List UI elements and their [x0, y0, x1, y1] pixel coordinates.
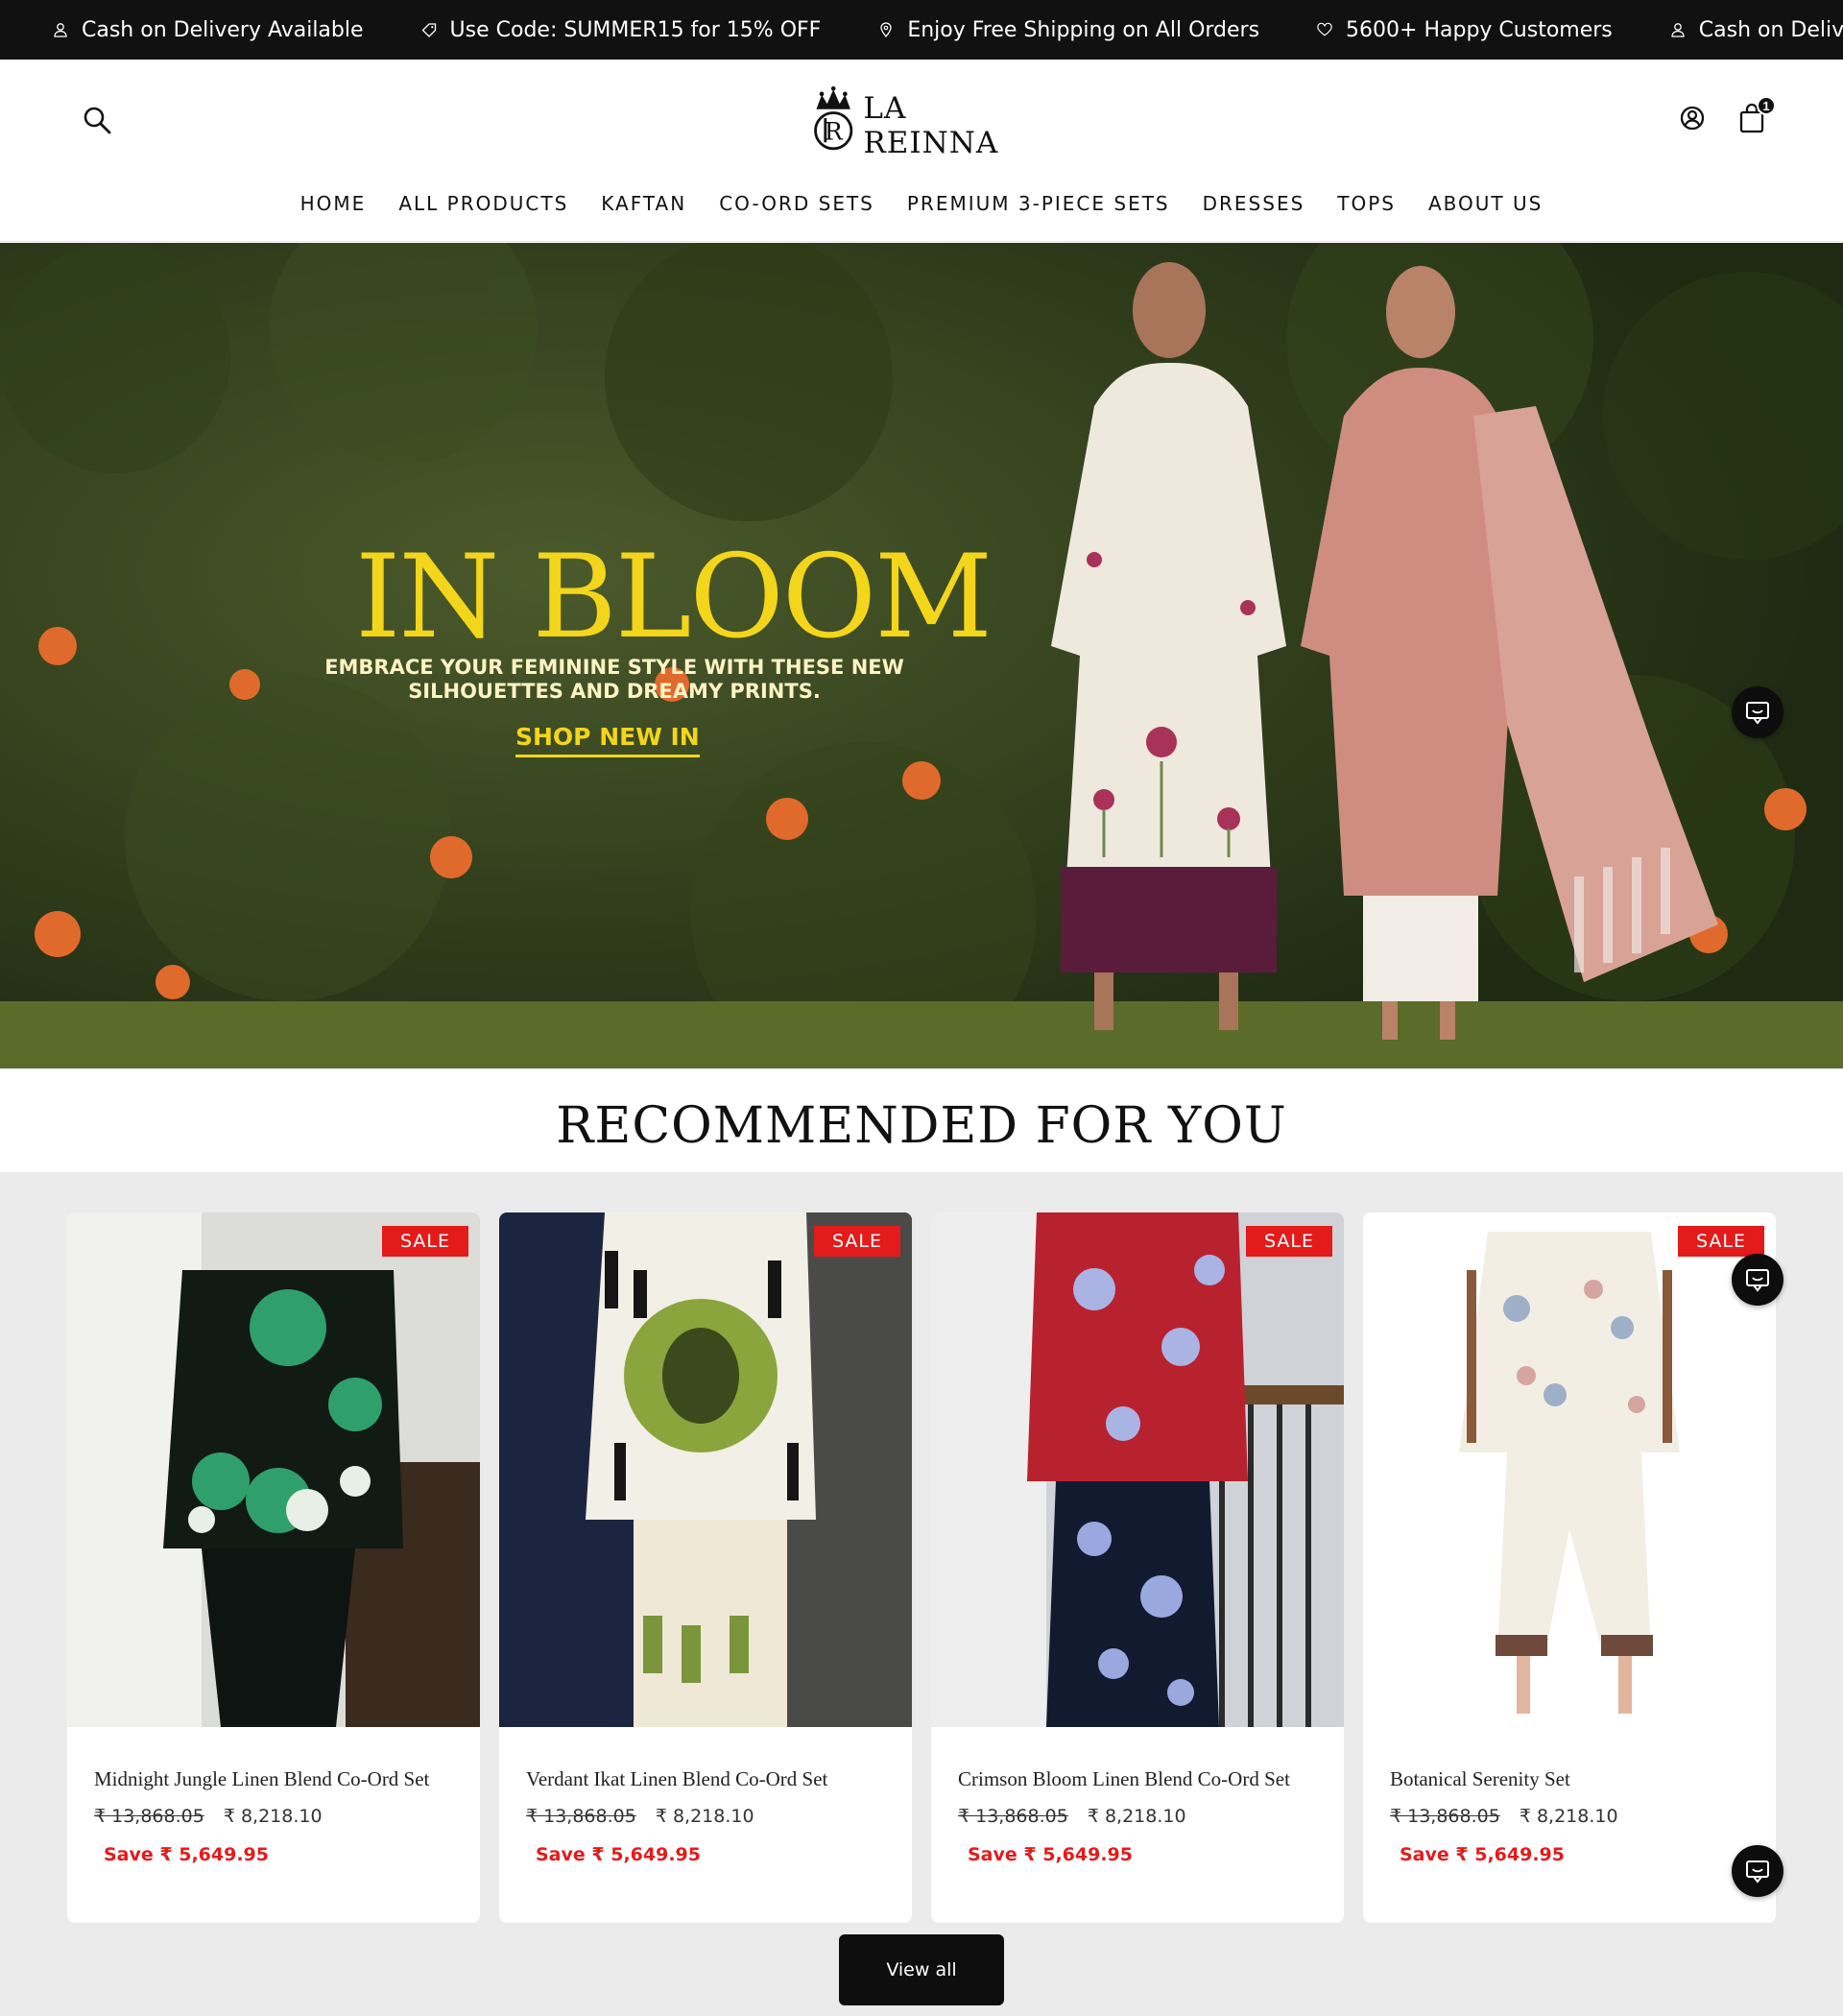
- hero-banner[interactable]: IN BLOOM EMBRACE YOUR FEMININE STYLE WIT…: [0, 243, 1843, 1068]
- announcement-text: 5600+ Happy Customers: [1346, 17, 1613, 42]
- chat-icon: [1746, 702, 1769, 725]
- heart-icon: [1317, 22, 1332, 37]
- cart-button[interactable]: 1: [1737, 96, 1776, 136]
- nav-item-all-products[interactable]: ALL PRODUCTS: [398, 192, 568, 215]
- announcement-item: Cash on Delivery Available: [53, 18, 364, 42]
- chat-icon: [1746, 1860, 1769, 1884]
- announcement-bar: Cash on Delivery Available Use Code: SUM…: [0, 0, 1843, 60]
- location-pin-icon: [878, 22, 894, 37]
- nav-item-tops[interactable]: TOPS: [1337, 192, 1396, 215]
- crown-logo-icon: R: [814, 85, 853, 151]
- compare-price: ₹ 13,868.05: [94, 1806, 204, 1827]
- sale-price: ₹ 8,218.10: [1519, 1806, 1618, 1827]
- savings-text: Save ₹ 5,649.95: [968, 1844, 1133, 1865]
- search-icon[interactable]: [81, 104, 113, 136]
- user-icon: [1670, 22, 1686, 37]
- announcement-text: Cash on Delivery Available: [82, 17, 364, 42]
- hero-subtitle-line: SILHOUETTES AND DREAMY PRINTS.: [408, 680, 821, 703]
- price-row: ₹ 13,868.05 ₹ 8,218.10: [958, 1806, 1186, 1827]
- hero-subtitle: EMBRACE YOUR FEMININE STYLE WITH THESE N…: [317, 656, 912, 704]
- product-card[interactable]: SALE Botanical Serenity Set ₹ 13,868.05 …: [1363, 1212, 1776, 1923]
- recommended-section: SALE Midnight Jungle Linen Blend Co-Ord …: [0, 1172, 1843, 2016]
- chat-icon: [1746, 1269, 1769, 1292]
- sale-price: ₹ 8,218.10: [223, 1806, 323, 1827]
- price-row: ₹ 13,868.05 ₹ 8,218.10: [1390, 1806, 1618, 1827]
- site-header: R LA REINNA 1 HOME ALL PRODUCTS KAFTAN C…: [0, 60, 1843, 242]
- savings-text: Save ₹ 5,649.95: [1400, 1844, 1565, 1865]
- recommended-header: RECOMMENDED FOR YOU: [0, 1068, 1843, 1172]
- announcement-item: Use Code: SUMMER15 for 15% OFF: [421, 17, 822, 42]
- announcement-text: Use Code: SUMMER15 for 15% OFF: [449, 17, 822, 42]
- product-name[interactable]: Crimson Bloom Linen Blend Co-Ord Set: [958, 1767, 1290, 1791]
- product-image[interactable]: SALE: [499, 1212, 912, 1727]
- compare-price: ₹ 13,868.05: [1390, 1806, 1500, 1827]
- product-card[interactable]: SALE Midnight Jungle Linen Blend Co-Ord …: [67, 1212, 480, 1923]
- product-name[interactable]: Botanical Serenity Set: [1390, 1767, 1570, 1791]
- sale-badge: SALE: [1677, 1226, 1764, 1257]
- announcement-item: Cash on Delivery Available: [1670, 18, 1843, 42]
- sale-price: ₹ 8,218.10: [655, 1806, 754, 1827]
- view-all-button[interactable]: View all: [839, 1934, 1004, 2005]
- sale-badge: SALE: [1245, 1226, 1332, 1257]
- sale-badge: SALE: [381, 1226, 468, 1257]
- product-image[interactable]: SALE: [67, 1212, 480, 1727]
- hero-title: IN BLOOM: [355, 531, 993, 664]
- chat-widget-button[interactable]: [1732, 686, 1783, 738]
- savings-text: Save ₹ 5,649.95: [536, 1844, 701, 1865]
- chat-widget-button[interactable]: [1732, 1254, 1783, 1306]
- cart-count-badge: 1: [1757, 96, 1776, 115]
- brand-name: LA REINNA: [863, 91, 999, 160]
- compare-price: ₹ 13,868.05: [526, 1806, 636, 1827]
- svg-text:R: R: [825, 117, 844, 145]
- nav-item-premium-3-piece-sets[interactable]: PREMIUM 3-PIECE SETS: [907, 192, 1170, 215]
- account-icon[interactable]: [1678, 104, 1707, 132]
- announcement-text: Cash on Delivery Available: [1698, 17, 1843, 42]
- sale-badge: SALE: [813, 1226, 900, 1257]
- product-image[interactable]: SALE: [1363, 1212, 1776, 1727]
- compare-price: ₹ 13,868.05: [958, 1806, 1068, 1827]
- nav-item-co-ord-sets[interactable]: CO-ORD SETS: [719, 192, 874, 215]
- nav-item-dresses[interactable]: DRESSES: [1203, 192, 1305, 215]
- price-row: ₹ 13,868.05 ₹ 8,218.10: [526, 1806, 754, 1827]
- user-icon: [53, 22, 68, 37]
- shop-new-in-link[interactable]: SHOP NEW IN: [515, 723, 700, 757]
- tag-icon: [421, 22, 437, 37]
- price-row: ₹ 13,868.05 ₹ 8,218.10: [94, 1806, 323, 1827]
- chat-widget-button[interactable]: [1732, 1845, 1783, 1897]
- product-card[interactable]: SALE Verdant Ikat Linen Blend Co-Ord Set…: [499, 1212, 912, 1923]
- hero-subtitle-line: EMBRACE YOUR FEMININE STYLE WITH THESE N…: [324, 656, 904, 679]
- sale-price: ₹ 8,218.10: [1087, 1806, 1186, 1827]
- brand-logo[interactable]: R LA REINNA: [809, 81, 1040, 160]
- main-nav: HOME ALL PRODUCTS KAFTAN CO-ORD SETS PRE…: [0, 192, 1843, 215]
- product-image[interactable]: SALE: [931, 1212, 1344, 1727]
- nav-item-about-us[interactable]: ABOUT US: [1428, 192, 1543, 215]
- product-name[interactable]: Midnight Jungle Linen Blend Co-Ord Set: [94, 1767, 429, 1791]
- announcement-text: Enjoy Free Shipping on All Orders: [907, 17, 1260, 42]
- nav-item-home[interactable]: HOME: [300, 192, 367, 215]
- product-name[interactable]: Verdant Ikat Linen Blend Co-Ord Set: [526, 1767, 827, 1791]
- announcement-item: 5600+ Happy Customers: [1317, 18, 1613, 42]
- nav-item-kaftan[interactable]: KAFTAN: [601, 192, 686, 215]
- announcement-item: Enjoy Free Shipping on All Orders: [878, 18, 1259, 42]
- product-card[interactable]: SALE Crimson Bloom Linen Blend Co-Ord Se…: [931, 1212, 1344, 1923]
- savings-text: Save ₹ 5,649.95: [104, 1844, 269, 1865]
- section-title: RECOMMENDED FOR YOU: [556, 1097, 1287, 1155]
